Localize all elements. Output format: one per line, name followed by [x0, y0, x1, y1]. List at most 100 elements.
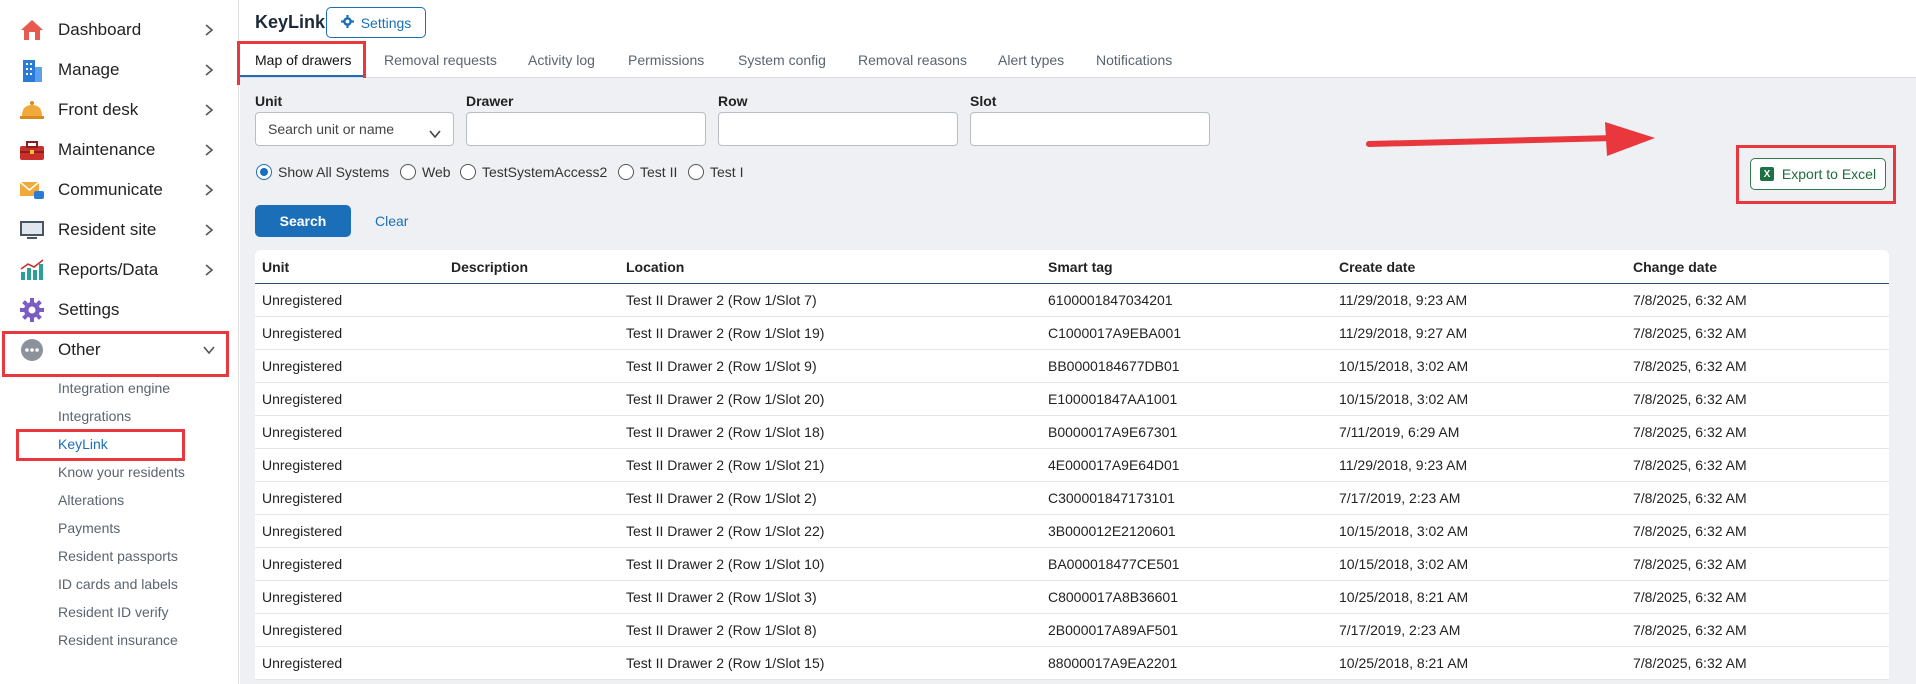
sidebar-subitem-keylink[interactable]: KeyLink: [58, 436, 108, 452]
chevron-right-icon: [203, 184, 215, 196]
sidebar-item-manage[interactable]: Manage: [0, 50, 239, 90]
column-header-create-date[interactable]: Create date: [1339, 259, 1415, 275]
column-header-unit[interactable]: Unit: [262, 259, 289, 275]
radio-selected-icon: [256, 164, 272, 180]
house-icon: [19, 17, 45, 43]
sidebar-item-front-desk[interactable]: Front desk: [0, 90, 239, 130]
sidebar-subitem-integrations[interactable]: Integrations: [58, 408, 131, 424]
row-input[interactable]: [718, 112, 958, 146]
radio-testsystemaccess2[interactable]: TestSystemAccess2: [460, 164, 607, 180]
radio-web[interactable]: Web: [400, 164, 451, 180]
unit-select[interactable]: Search unit or name: [255, 112, 454, 146]
cell-location: Test II Drawer 2 (Row 1/Slot 9): [626, 358, 817, 374]
column-header-change-date[interactable]: Change date: [1633, 259, 1717, 275]
sidebar-item-communicate[interactable]: Communicate: [0, 170, 239, 210]
export-to-excel-button[interactable]: X Export to Excel: [1750, 158, 1886, 190]
settings-button[interactable]: Settings: [326, 7, 426, 38]
sidebar-item-resident-site[interactable]: Resident site: [0, 210, 239, 250]
cell-change-date: 7/8/2025, 6:32 AM: [1633, 556, 1747, 572]
cell-create-date: 7/17/2019, 2:23 AM: [1339, 490, 1461, 506]
sidebar-subitem-integration-engine[interactable]: Integration engine: [58, 380, 170, 396]
cell-unit: Unregistered: [262, 457, 343, 473]
radio-show-all-systems[interactable]: Show All Systems: [256, 164, 389, 180]
sidebar-item-label: Other: [58, 340, 101, 359]
tab-removal-reasons[interactable]: Removal reasons: [858, 52, 967, 68]
page-header: KeyLink Settings Map of drawers Removal …: [237, 0, 1916, 85]
cell-smart-tag: C8000017A8B36601: [1048, 589, 1179, 605]
table-row[interactable]: Unregistered Test II Drawer 2 (Row 1/Slot…: [255, 482, 1889, 515]
clear-link[interactable]: Clear: [375, 213, 408, 229]
table-row[interactable]: Unregistered Test II Drawer 2 (Row 1/Slot…: [255, 416, 1889, 449]
cell-smart-tag: B0000017A9E67301: [1048, 424, 1178, 440]
cell-change-date: 7/8/2025, 6:32 AM: [1633, 292, 1747, 308]
cell-location: Test II Drawer 2 (Row 1/Slot 3): [626, 589, 817, 605]
cell-unit: Unregistered: [262, 622, 343, 638]
radio-test-i[interactable]: Test I: [688, 164, 743, 180]
gear-icon: [340, 14, 354, 31]
sidebar-subitem-alterations[interactable]: Alterations: [58, 492, 124, 508]
radio-label: Show All Systems: [278, 164, 390, 180]
chevron-right-icon: [203, 24, 215, 36]
table-row[interactable]: Unregistered Test II Drawer 2 (Row 1/Slot…: [255, 548, 1889, 581]
column-header-description[interactable]: Description: [451, 259, 528, 275]
cell-change-date: 7/8/2025, 6:32 AM: [1633, 655, 1747, 671]
drawer-input[interactable]: [466, 112, 706, 146]
cell-location: Test II Drawer 2 (Row 1/Slot 19): [626, 325, 825, 341]
tab-activity-log[interactable]: Activity log: [528, 52, 595, 68]
sidebar-subitem-id-cards-and-labels[interactable]: ID cards and labels: [58, 576, 178, 592]
table-row[interactable]: Unregistered Test II Drawer 2 (Row 1/Slot…: [255, 647, 1889, 680]
chevron-right-icon: [203, 144, 215, 156]
cell-location: Test II Drawer 2 (Row 1/Slot 20): [626, 391, 825, 407]
cell-create-date: 11/29/2018, 9:23 AM: [1339, 292, 1468, 308]
sidebar-item-other[interactable]: Other: [0, 330, 239, 370]
content-area: Unit Search unit or name Drawer Row Slot…: [240, 78, 1916, 684]
table-row[interactable]: Unregistered Test II Drawer 2 (Row 1/Slot…: [255, 614, 1889, 647]
chevron-down-icon: [203, 344, 215, 356]
sidebar: Dashboard Manage Front desk Maintenance …: [0, 0, 239, 684]
table-row[interactable]: Unregistered Test II Drawer 2 (Row 1/Slot…: [255, 350, 1889, 383]
cell-create-date: 10/15/2018, 3:02 AM: [1339, 556, 1469, 572]
sidebar-item-label: Settings: [58, 300, 120, 319]
sidebar-subitem-resident-insurance[interactable]: Resident insurance: [58, 632, 178, 648]
sidebar-subitem-know-your-residents[interactable]: Know your residents: [58, 464, 185, 480]
cell-location: Test II Drawer 2 (Row 1/Slot 15): [626, 655, 825, 671]
chart-icon: [19, 257, 45, 283]
cell-smart-tag: 4E000017A9E64D01: [1048, 457, 1180, 473]
table-row[interactable]: Unregistered Test II Drawer 2 (Row 1/Slot…: [255, 383, 1889, 416]
sidebar-item-dashboard[interactable]: Dashboard: [0, 10, 239, 50]
tab-system-config[interactable]: System config: [738, 52, 826, 68]
sidebar-item-maintenance[interactable]: Maintenance: [0, 130, 239, 170]
cell-location: Test II Drawer 2 (Row 1/Slot 8): [626, 622, 817, 638]
cell-smart-tag: BB0000184677DB01: [1048, 358, 1180, 374]
cell-change-date: 7/8/2025, 6:32 AM: [1633, 523, 1747, 539]
sidebar-subitem-resident-passports[interactable]: Resident passports: [58, 548, 178, 564]
table-row[interactable]: Unregistered Test II Drawer 2 (Row 1/Slot…: [255, 581, 1889, 614]
tab-map-of-drawers[interactable]: Map of drawers: [255, 52, 351, 68]
cell-create-date: 11/29/2018, 9:23 AM: [1339, 457, 1468, 473]
bell-icon: [19, 97, 45, 123]
column-header-location[interactable]: Location: [626, 259, 684, 275]
chevron-right-icon: [203, 64, 215, 76]
cell-location: Test II Drawer 2 (Row 1/Slot 21): [626, 457, 825, 473]
slot-input[interactable]: [970, 112, 1210, 146]
tab-alert-types[interactable]: Alert types: [998, 52, 1064, 68]
cell-smart-tag: E100001847AA1001: [1048, 391, 1178, 407]
search-button[interactable]: Search: [255, 205, 351, 237]
sidebar-subitem-resident-id-verify[interactable]: Resident ID verify: [58, 604, 168, 620]
unit-select-placeholder: Search unit or name: [268, 121, 395, 137]
table-row[interactable]: Unregistered Test II Drawer 2 (Row 1/Slot…: [255, 284, 1889, 317]
table-row[interactable]: Unregistered Test II Drawer 2 (Row 1/Slot…: [255, 515, 1889, 548]
tab-notifications[interactable]: Notifications: [1096, 52, 1172, 68]
table-row[interactable]: Unregistered Test II Drawer 2 (Row 1/Slot…: [255, 317, 1889, 350]
export-button-label: Export to Excel: [1781, 166, 1877, 182]
sidebar-item-reports-data[interactable]: Reports/Data: [0, 250, 239, 290]
radio-test-ii[interactable]: Test II: [618, 164, 677, 180]
radio-label: Web: [422, 164, 451, 180]
tab-removal-requests[interactable]: Removal requests: [384, 52, 497, 68]
tab-permissions[interactable]: Permissions: [628, 52, 704, 68]
table-row[interactable]: Unregistered Test II Drawer 2 (Row 1/Slot…: [255, 449, 1889, 482]
table-header: Unit Description Location Smart tag Crea…: [255, 250, 1889, 284]
column-header-smart-tag[interactable]: Smart tag: [1048, 259, 1113, 275]
sidebar-subitem-payments[interactable]: Payments: [58, 520, 120, 536]
sidebar-item-settings[interactable]: Settings: [0, 290, 239, 330]
